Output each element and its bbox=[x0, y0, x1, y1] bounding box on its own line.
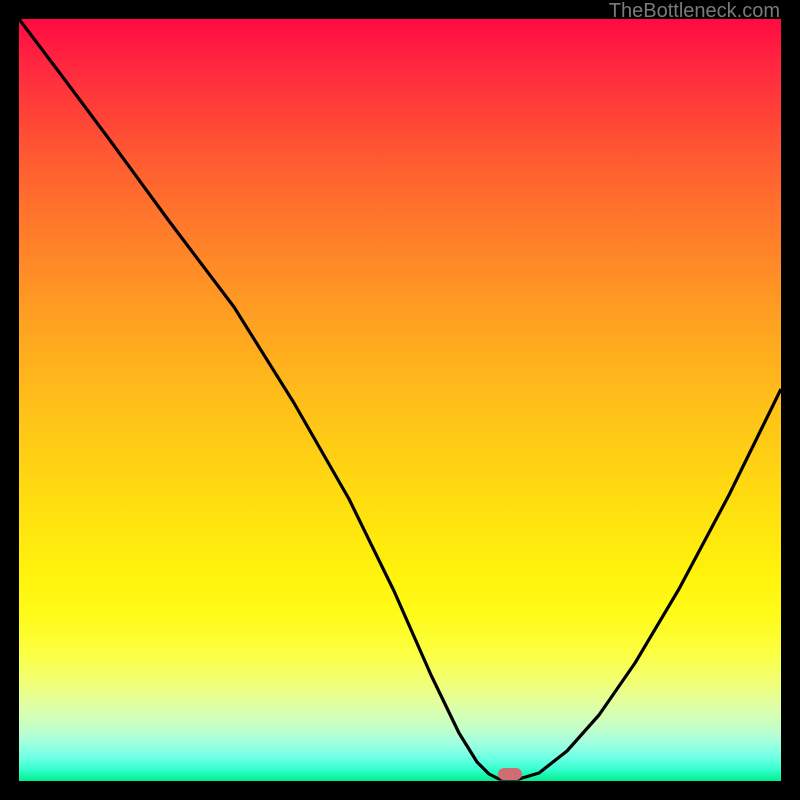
plot-area bbox=[19, 19, 781, 781]
watermark-text: TheBottleneck.com bbox=[609, 0, 780, 23]
chart-frame: TheBottleneck.com bbox=[0, 0, 800, 800]
heat-gradient bbox=[19, 19, 781, 781]
